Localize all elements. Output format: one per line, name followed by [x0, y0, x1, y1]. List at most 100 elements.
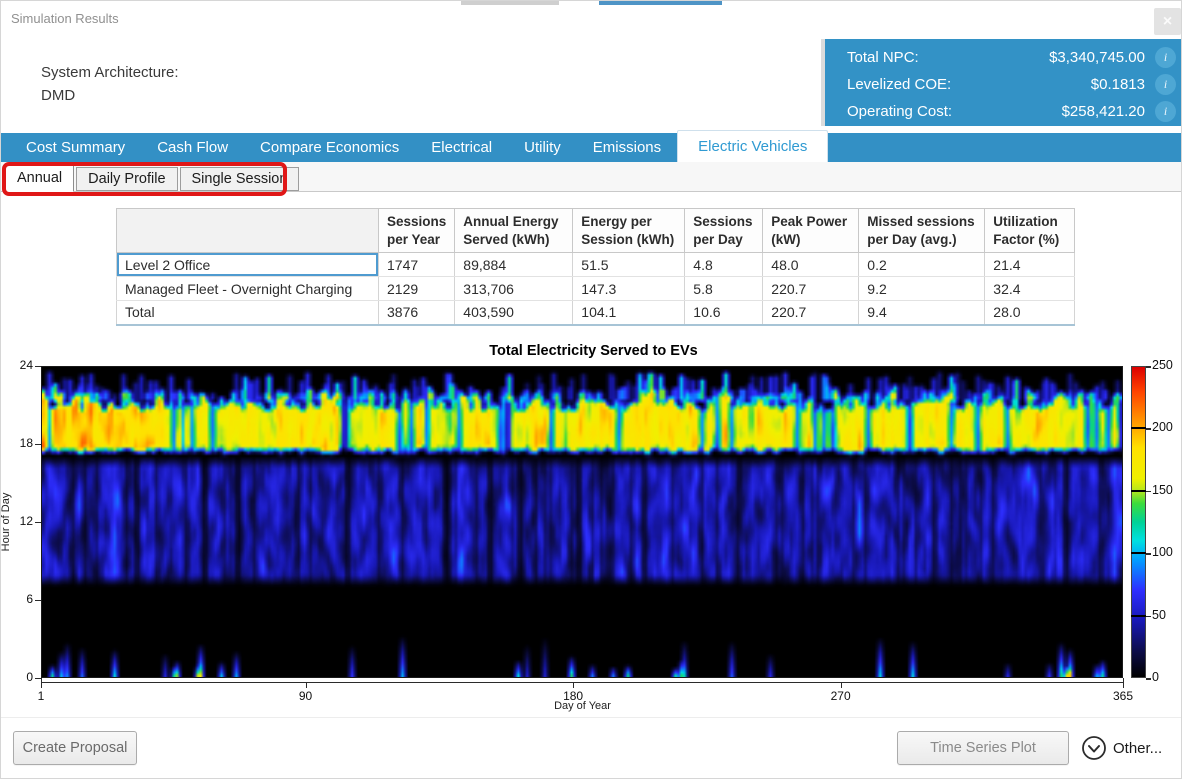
value-cell: 0.2	[859, 253, 985, 277]
colorbar	[1131, 366, 1146, 678]
column-header: Sessions per Year	[379, 209, 455, 253]
subtab-single-session[interactable]: Single Session	[180, 167, 300, 191]
value-cell: 220.7	[763, 301, 859, 325]
value-cell: 2129	[379, 277, 455, 301]
metric-value: $258,421.20	[1062, 103, 1145, 120]
x-tick-mark	[1123, 683, 1124, 688]
row-label-cell: Level 2 Office	[117, 253, 379, 277]
x-tick-mark	[41, 683, 42, 688]
value-cell: 9.2	[859, 277, 985, 301]
info-icon[interactable]: i	[1155, 47, 1176, 68]
value-cell: 104.1	[573, 301, 685, 325]
time-series-plot-button[interactable]: Time Series Plot	[897, 731, 1069, 765]
tab-electrical[interactable]: Electrical	[415, 133, 508, 162]
info-icon[interactable]: i	[1155, 74, 1176, 95]
x-tick-mark	[306, 683, 307, 688]
colorbar-tick-label: 250	[1152, 358, 1180, 372]
row-label-cell: Total	[117, 301, 379, 325]
value-cell: 5.8	[685, 277, 763, 301]
tab-utility[interactable]: Utility	[508, 133, 577, 162]
subtab-annual[interactable]: Annual	[5, 164, 74, 192]
system-architecture-label: System Architecture:	[41, 61, 179, 84]
metric-row-operating-cost: Operating Cost: $258,421.20 i	[825, 98, 1182, 125]
value-cell: 9.4	[859, 301, 985, 325]
colorbar-tick-line	[1131, 490, 1146, 492]
x-tick-label: 180	[558, 689, 588, 703]
create-proposal-button[interactable]: Create Proposal	[13, 731, 137, 765]
chevron-down-circle-icon[interactable]	[1081, 735, 1107, 761]
y-tick-mark	[35, 600, 41, 601]
tab-cost-summary[interactable]: Cost Summary	[10, 133, 141, 162]
value-cell: 32.4	[985, 277, 1075, 301]
background-tab-strip-gray	[461, 1, 559, 5]
metrics-panel: Total NPC: $3,340,745.00 i Levelized COE…	[821, 39, 1182, 126]
y-tick-label: 0	[3, 670, 33, 684]
y-tick-mark	[35, 678, 41, 679]
column-header: Annual Energy Served (kWh)	[455, 209, 573, 253]
colorbar-tick-mark	[1146, 428, 1151, 430]
heatmap-canvas	[42, 367, 1122, 677]
metric-label: Total NPC:	[847, 49, 919, 66]
colorbar-tick-label: 100	[1152, 545, 1180, 559]
colorbar-tick-label: 0	[1152, 670, 1180, 684]
column-header: Peak Power (kW)	[763, 209, 859, 253]
footer-divider	[1, 717, 1182, 718]
colorbar-tick-label: 150	[1152, 483, 1180, 497]
tab-emissions[interactable]: Emissions	[577, 133, 677, 162]
value-cell: 220.7	[763, 277, 859, 301]
x-tick-label: 90	[291, 689, 321, 703]
y-tick-mark	[35, 444, 41, 445]
x-tick-label: 270	[826, 689, 856, 703]
y-tick-mark	[35, 366, 41, 367]
table-row[interactable]: Level 2 Office174789,88451.54.848.00.221…	[117, 253, 1075, 277]
value-cell: 3876	[379, 301, 455, 325]
table-row[interactable]: Total3876403,590104.110.6220.79.428.0	[117, 301, 1075, 325]
colorbar-tick-mark	[1146, 553, 1151, 555]
value-cell: 147.3	[573, 277, 685, 301]
row-label-cell: Managed Fleet - Overnight Charging	[117, 277, 379, 301]
y-tick-mark	[35, 522, 41, 523]
value-cell: 10.6	[685, 301, 763, 325]
value-cell: 89,884	[455, 253, 573, 277]
column-header: Utilization Factor (%)	[985, 209, 1075, 253]
table-row[interactable]: Managed Fleet - Overnight Charging212931…	[117, 277, 1075, 301]
metric-row-total-npc: Total NPC: $3,340,745.00 i	[825, 44, 1182, 71]
info-icon[interactable]: i	[1155, 101, 1176, 122]
column-header: Missed sessions per Day (avg.)	[859, 209, 985, 253]
column-header	[117, 209, 379, 253]
background-tab-strip-blue	[599, 1, 722, 5]
colorbar-tick-mark	[1146, 491, 1151, 493]
y-tick-label: 24	[3, 358, 33, 372]
y-tick-label: 12	[3, 514, 33, 528]
system-architecture-value: DMD	[41, 84, 179, 107]
table-header: Sessions per YearAnnual Energy Served (k…	[117, 209, 1075, 253]
value-cell: 48.0	[763, 253, 859, 277]
close-button[interactable]: ×	[1154, 8, 1181, 35]
colorbar-tick-line	[1131, 552, 1146, 554]
colorbar-tick-mark	[1146, 678, 1151, 680]
tab-cash-flow[interactable]: Cash Flow	[141, 133, 244, 162]
tab-compare-economics[interactable]: Compare Economics	[244, 133, 415, 162]
simulation-results-window: Simulation Results × System Architecture…	[0, 0, 1182, 779]
value-cell: 21.4	[985, 253, 1075, 277]
metric-label: Operating Cost:	[847, 103, 952, 120]
colorbar-tick-mark	[1146, 366, 1151, 368]
x-tick-label: 1	[26, 689, 56, 703]
value-cell: 403,590	[455, 301, 573, 325]
metric-value: $3,340,745.00	[1049, 49, 1145, 66]
heatmap-plot	[41, 366, 1123, 678]
metric-row-levelized-coe: Levelized COE: $0.1813 i	[825, 71, 1182, 98]
table-body: Level 2 Office174789,88451.54.848.00.221…	[117, 253, 1075, 325]
tab-electric-vehicles[interactable]: Electric Vehicles	[677, 130, 828, 162]
subtab-daily-profile[interactable]: Daily Profile	[76, 167, 177, 191]
metric-label: Levelized COE:	[847, 76, 951, 93]
metric-value: $0.1813	[1091, 76, 1145, 93]
y-tick-label: 6	[3, 592, 33, 606]
x-tick-mark	[573, 683, 574, 688]
y-tick-label: 18	[3, 436, 33, 450]
column-header: Sessions per Day	[685, 209, 763, 253]
x-axis-line	[41, 682, 1124, 683]
other-button[interactable]: Other...	[1113, 740, 1162, 757]
colorbar-tick-mark	[1146, 616, 1151, 618]
value-cell: 4.8	[685, 253, 763, 277]
